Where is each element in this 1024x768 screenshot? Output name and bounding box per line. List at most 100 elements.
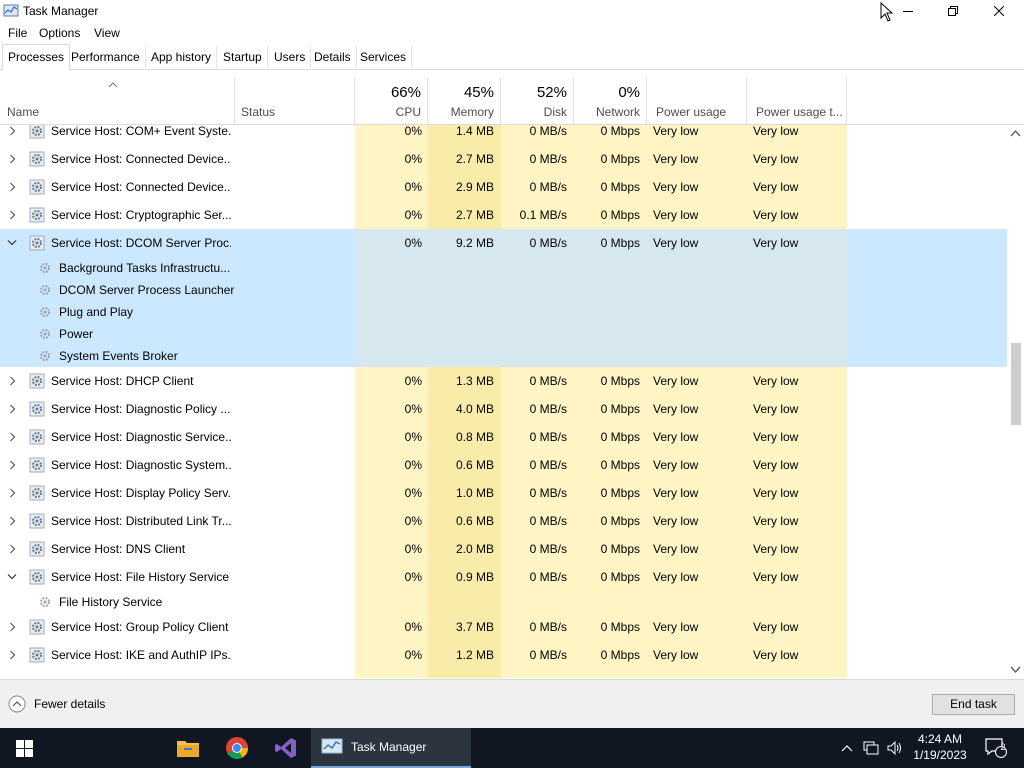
process-network: 0 Mbps [600,236,640,250]
chevron-down-icon[interactable] [7,239,17,247]
column-memory[interactable]: 45% Memory [428,78,501,124]
column-cpu[interactable]: 66% CPU [355,78,428,124]
restore-button[interactable] [930,0,976,22]
end-task-button[interactable]: End task [932,694,1015,715]
process-row[interactable]: Service Host: Distributed Link Tr... 0% 0.… [0,507,1007,535]
service-row[interactable]: File History Service [0,591,1007,613]
process-name: Service Host: COM+ Event Syste... [51,125,231,138]
process-row[interactable]: Service Host: Cryptographic Ser... 0% 2.7 … [0,201,1007,229]
process-memory: 0.9 MB [455,570,494,584]
chevron-right-icon[interactable] [9,544,17,554]
process-disk: 0 MB/s [529,514,567,528]
process-name: Service Host: File History Service [51,570,230,584]
menu-file[interactable]: File [8,26,27,40]
fewer-details-toggle[interactable]: Fewer details [8,695,105,713]
column-power-trend[interactable]: Power usage t... [747,78,847,124]
start-button[interactable] [0,728,48,768]
service-row[interactable]: Background Tasks Infrastructu... [0,257,1007,279]
taskbar-task-manager[interactable]: Task Manager [311,728,471,768]
process-network: 0 Mbps [600,208,640,222]
scroll-down-icon[interactable] [1010,666,1021,674]
process-disk: 0.1 MB/s [519,208,567,222]
menu-bar: File Options View [0,23,1024,43]
menu-options[interactable]: Options [39,26,80,40]
process-cpu: 0% [404,430,422,444]
process-memory: 1.4 MB [455,125,494,138]
tab-performance[interactable]: Performance [66,46,146,70]
taskbar-visual-studio[interactable] [262,728,310,768]
tab-app-history[interactable]: App history [146,46,218,70]
process-row[interactable]: Service Host: IKE and AuthIP IPs... 0% 1.2… [0,641,1007,669]
process-power: Very low [653,542,699,556]
process-row[interactable]: Service Host: Display Policy Serv... 0% 1.… [0,479,1007,507]
process-trend: Very low [753,236,799,250]
chevron-right-icon[interactable] [9,126,17,136]
menu-view[interactable]: View [94,26,120,40]
service-row[interactable]: DCOM Server Process Launcher [0,279,1007,301]
process-power: Very low [653,180,699,194]
service-host-icon [29,401,45,417]
chevron-right-icon[interactable] [9,460,17,470]
process-row[interactable]: Service Host: Diagnostic System... 0% 0.6 … [0,451,1007,479]
scroll-thumb[interactable] [1011,343,1021,425]
heat-cell [428,591,501,613]
chevron-right-icon[interactable] [9,432,17,442]
process-disk: 0 MB/s [529,486,567,500]
column-power-usage[interactable]: Power usage [647,78,747,124]
process-row[interactable]: Service Host: File History Service 0% 0.9 … [0,563,1007,591]
scroll-up-icon[interactable] [1010,129,1021,137]
close-button[interactable] [976,0,1022,22]
chevron-right-icon[interactable] [9,650,17,660]
process-disk: 0 MB/s [529,125,567,138]
service-row[interactable]: Plug and Play [0,301,1007,323]
heat-cell [355,323,847,345]
tab-processes[interactable]: Processes [2,44,71,71]
taskbar-file-explorer[interactable] [164,728,212,768]
process-name: Service Host: Connected Device... [51,152,231,166]
heat-cell [647,591,747,613]
process-list[interactable]: Service Host: COM+ Event Syste... 0% 1.4 M… [0,125,1007,678]
taskbar-chrome[interactable] [213,728,261,768]
process-row[interactable]: Service Host: DHCP Client 0% 1.3 MB 0 MB/s 0… [0,367,1007,395]
column-network[interactable]: 0% Network [574,78,647,124]
column-name[interactable]: Name [0,78,235,124]
process-power: Very low [653,486,699,500]
column-status[interactable]: Status [235,78,355,124]
taskbar-clock[interactable]: 4:24 AM 1/19/2023 [908,731,972,763]
process-row[interactable]: Service Host: Diagnostic Policy ... 0% 4.0… [0,395,1007,423]
column-memory-label: Memory [450,105,494,119]
chevron-right-icon[interactable] [9,622,17,632]
process-row[interactable]: Service Host: DNS Client 0% 2.0 MB 0 MB/s 0 … [0,535,1007,563]
service-row[interactable]: Power [0,323,1007,345]
tab-users[interactable]: Users [269,46,312,70]
chevron-down-icon[interactable] [7,573,17,581]
chevron-right-icon[interactable] [9,516,17,526]
column-disk[interactable]: 52% Disk [501,78,574,124]
chevron-right-icon[interactable] [9,376,17,386]
tab-details[interactable]: Details [309,46,357,70]
network-tray-button[interactable] [860,728,882,768]
service-row[interactable]: System Events Broker [0,345,1007,367]
process-row[interactable]: Service Host: DCOM Server Proc... 0% 9.2 M… [0,229,1007,257]
tab-services[interactable]: Services [355,46,413,70]
action-center-button[interactable]: 2 [978,728,1014,768]
vertical-scrollbar[interactable] [1007,125,1024,678]
chevron-right-icon[interactable] [9,210,17,220]
service-host-icon [29,647,45,663]
process-row[interactable]: Service Host: Diagnostic Service... 0% 0.8… [0,423,1007,451]
process-row[interactable]: Service Host: Connected Device... 0% 2.7 M… [0,145,1007,173]
tab-startup[interactable]: Startup [218,46,268,70]
process-row[interactable]: Service Host: COM+ Event Syste... 0% 1.4 M… [0,125,1007,145]
task-manager-icon [321,738,343,754]
cpu-total: 66% [390,84,421,101]
chevron-right-icon[interactable] [9,154,17,164]
process-row[interactable]: Service Host: Connected Device... 0% 2.9 M… [0,173,1007,201]
service-host-icon [29,151,45,167]
chevron-right-icon[interactable] [9,182,17,192]
chevron-right-icon[interactable] [9,488,17,498]
process-disk: 0 MB/s [529,648,567,662]
volume-tray-button[interactable] [884,728,906,768]
process-row[interactable]: Service Host: Group Policy Client 0% 3.7 M… [0,613,1007,641]
show-hidden-icons-button[interactable] [838,728,856,768]
chevron-right-icon[interactable] [9,404,17,414]
